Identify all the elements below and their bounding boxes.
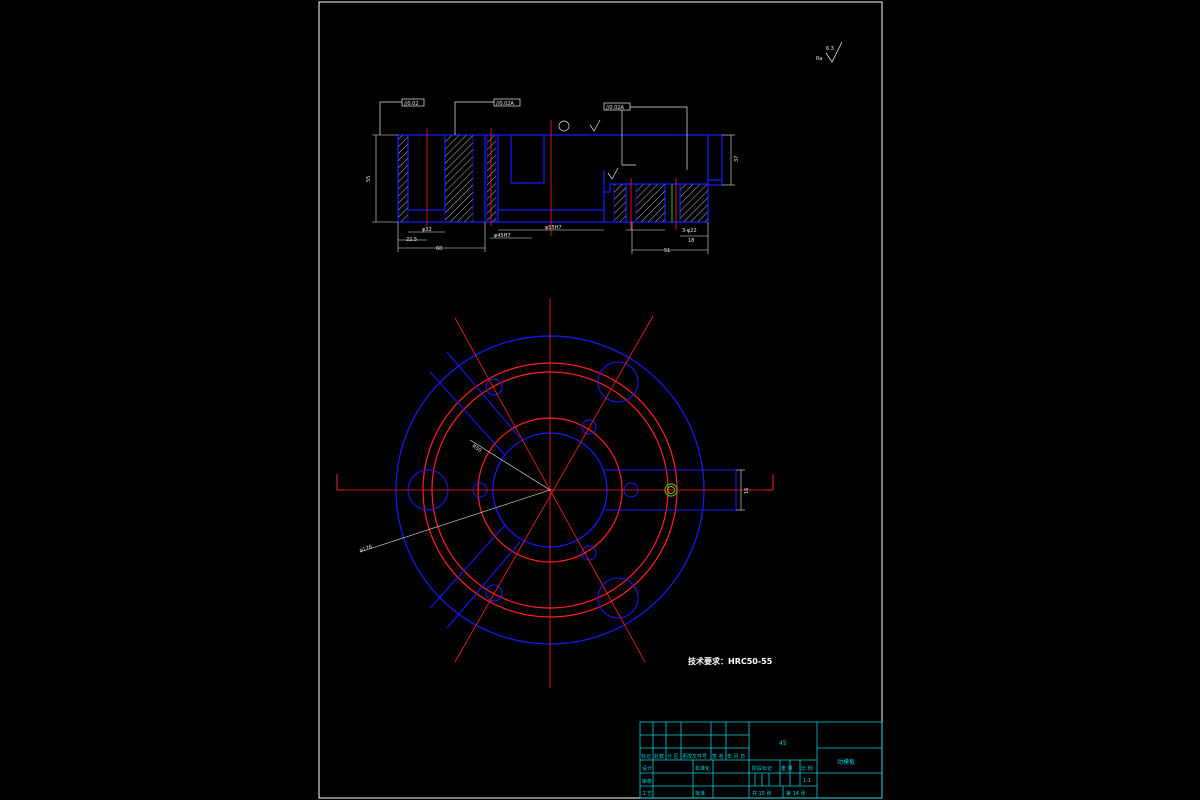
title-part-name: 动模板 [837,758,855,766]
surface-finish-symbol [825,41,843,63]
tolerance-parallel-mid: //0.02A [496,101,515,107]
dim-slot: 16 [744,488,750,494]
cad-drawing-sheet: 6.3 Ra //0.02 //0.02A //0.02A 55 37 22.5… [318,1,883,799]
title-label-scale: 比 例 [801,765,813,772]
title-header-sign: 签 名 [712,753,724,760]
dim-hole-diam: φ32 [422,227,432,233]
title-sheet-no: 第 14 张 [786,790,806,797]
title-label-standardize: 标准化 [695,765,710,772]
title-label-process: 工艺 [642,791,652,797]
dim-left-bore: 22.5 [406,237,417,243]
dim-radius: R50 [471,444,483,454]
dim-mid-span: φ55H7 [545,225,562,231]
title-label-weight: 重 量 [781,765,793,772]
title-header-count: 处数 [654,753,664,760]
dim-right-span: 18 [688,238,694,244]
roughness-mark-2 [607,167,619,180]
dim-span: 60 [436,246,442,252]
title-scale: 1:1 [803,778,811,784]
datum-circle [558,120,570,132]
title-material: 45 [779,740,787,747]
dim-outer-diameter: φ176 [359,544,373,554]
plan-centerlines [338,298,772,688]
title-header-date: 年.月.日 [727,753,745,760]
tolerance-parallel-left: //0.02 [404,101,419,107]
technical-note: 技术要求：HRC50-55 [688,656,773,666]
title-label-design: 设计 [642,765,652,772]
roughness-mark [589,119,601,132]
plan-leaders [359,439,745,553]
surface-finish-label: Ra [816,56,822,62]
title-label-stage: 阶段标记 [752,765,772,772]
plan-view: R50 φ176 16 [336,298,774,688]
dim-right-hole: 3-φ22 [682,228,697,234]
dim-bottom-span: 51 [664,248,670,254]
section-view: //0.02 //0.02A //0.02A 55 37 22.5 φ32 60… [366,98,740,254]
tolerance-parallel-right: //0.02A [606,105,625,111]
dim-center-bore: φ45H7 [494,233,511,239]
dim-overall-height: 55 [366,176,372,182]
title-header-change: 更改文件号 [682,753,707,760]
title-label-approve: 批准 [695,790,705,797]
title-header-zone: 分 区 [667,753,679,760]
title-header-mark: 标记 [641,753,651,760]
surface-finish-value: 6.3 [826,46,834,52]
title-label-review: 审核 [642,778,652,785]
title-sheet-total: 共 15 张 [752,790,772,797]
drawing-border [318,1,883,799]
dim-right-height: 37 [734,156,740,162]
